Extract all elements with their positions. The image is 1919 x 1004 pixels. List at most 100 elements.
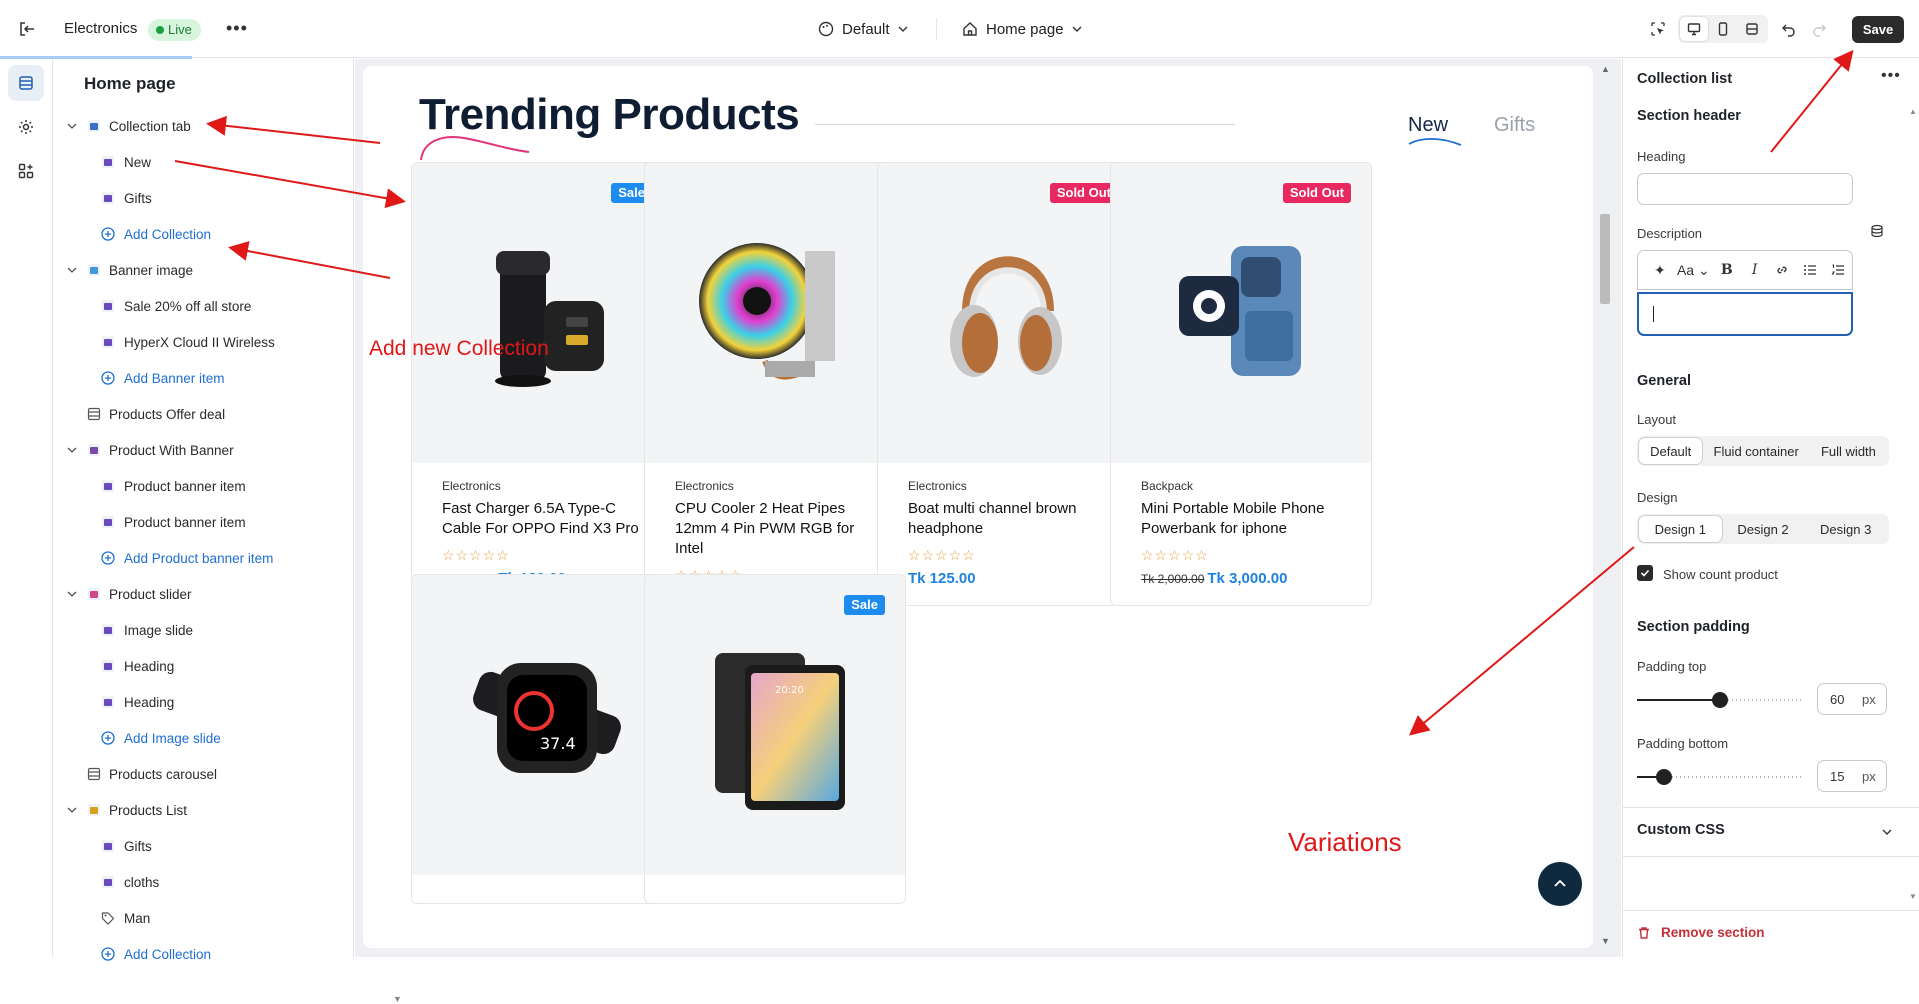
layout-option[interactable]: Full width [1810,438,1887,464]
padding-top-input[interactable]: 60 px [1817,683,1887,715]
product-image[interactable]: Sale [412,163,672,463]
heading-input[interactable] [1637,173,1853,205]
fullscreen-view-icon[interactable] [1738,17,1766,41]
desktop-view-icon[interactable] [1680,17,1708,41]
exit-icon[interactable] [18,20,36,38]
headphone-image [928,221,1088,406]
tree-block-item[interactable]: Gifts [54,180,339,216]
add-block-button[interactable]: Add Image slide [54,720,339,756]
bold-icon[interactable]: B [1713,255,1741,285]
more-options-icon[interactable]: ••• [226,18,248,39]
product-image[interactable]: 20:20 Sale [645,575,905,875]
design-option[interactable]: Design 3 [1804,516,1887,542]
font-size-dropdown[interactable]: Aa ⌄ [1674,255,1713,285]
design-option[interactable]: Design 1 [1639,516,1722,542]
tree-block-item[interactable]: Man [54,900,339,936]
save-button[interactable]: Save [1852,16,1904,43]
scroll-up-arrow-icon[interactable]: ▲ [1601,64,1610,74]
tree-block-item[interactable]: cloths [54,864,339,900]
tab-new[interactable]: New [1408,114,1448,137]
tree-section-item[interactable]: Products List [54,792,339,828]
dynamic-source-database-icon[interactable] [1870,224,1884,238]
tree-block-item[interactable]: Image slide [54,612,339,648]
custom-css-toggle[interactable]: Custom CSS [1637,822,1725,838]
chevron-down-icon[interactable] [66,264,78,276]
canvas-scroll-thumb[interactable] [1600,214,1610,304]
tree-block-item[interactable]: HyperX Cloud II Wireless [54,324,339,360]
chevron-down-icon[interactable] [66,120,78,132]
tree-block-item[interactable]: Gifts [54,828,339,864]
italic-icon[interactable]: I [1741,255,1769,285]
slider-knob[interactable] [1712,692,1728,708]
layout-option[interactable]: Default [1639,438,1703,464]
description-editor[interactable] [1637,292,1853,336]
apps-icon[interactable] [8,153,44,189]
tree-block-item[interactable]: New [54,144,339,180]
tree-block-item[interactable]: Product banner item [54,504,339,540]
product-card[interactable]: Electronics CPU Cooler 2 Heat Pipes 12mm … [644,162,906,626]
product-card[interactable]: Sold Out Backpack Mini Portable Mobile Pho… [1110,162,1372,606]
chevron-down-icon[interactable] [1881,826,1893,838]
product-image[interactable]: Sold Out [1111,163,1371,463]
mobile-view-icon[interactable] [1709,17,1737,41]
chevron-down-icon[interactable] [66,444,78,456]
scroll-down-arrow-icon[interactable]: ▼ [393,994,402,1004]
product-name[interactable]: Mini Portable Mobile Phone Powerbank for… [1141,499,1341,539]
undo-icon[interactable] [1777,17,1801,41]
scroll-up-arrow-icon[interactable]: ▲ [1909,107,1917,116]
tree-section-item[interactable]: Products Offer deal [54,396,339,432]
product-image[interactable]: 37.4 [412,575,672,875]
scroll-down-arrow-icon[interactable]: ▼ [1601,936,1610,946]
padding-bottom-slider[interactable] [1637,769,1803,785]
sections-icon[interactable] [8,65,44,101]
chevron-down-icon[interactable] [66,804,78,816]
page-select[interactable]: Home page [962,18,1082,40]
link-icon[interactable] [1769,255,1797,285]
tree-block-item[interactable]: Product banner item [54,468,339,504]
tree-block-item[interactable]: Heading [54,684,339,720]
inspector-cursor-icon[interactable] [1646,17,1670,41]
product-image[interactable]: Sold Out [878,163,1138,463]
product-card[interactable]: Sold Out Electronics Boat multi channel br… [877,162,1139,606]
add-block-button[interactable]: Add Product banner item [54,540,339,576]
product-name[interactable]: CPU Cooler 2 Heat Pipes 12mm 4 Pin PWM R… [675,499,875,559]
panel-more-icon[interactable]: ••• [1881,67,1901,85]
page-preview[interactable]: Trending Products New Gifts Sale Electron… [363,66,1593,948]
padding-top-slider[interactable] [1637,692,1803,708]
product-name[interactable]: Boat multi channel brown headphone [908,499,1108,539]
tree-section-item[interactable]: Banner image [54,252,339,288]
scroll-down-arrow-icon[interactable]: ▼ [1909,892,1917,901]
bullet-list-icon[interactable] [1796,255,1824,285]
product-card[interactable]: 20:20 Sale [644,574,906,904]
canvas-scrollbar[interactable]: ▲ ▼ [1599,64,1611,946]
redo-icon[interactable] [1807,17,1831,41]
tree-block-item[interactable]: Heading [54,648,339,684]
show-count-checkbox[interactable] [1637,565,1653,581]
tree-block-item[interactable]: Sale 20% off all store [54,288,339,324]
add-block-button[interactable]: Add Collection [54,936,339,972]
ai-magic-icon[interactable]: ✦ [1646,255,1674,285]
tree-section-item[interactable]: Product With Banner [54,432,339,468]
numbered-list-icon[interactable] [1824,255,1852,285]
chevron-down-icon[interactable] [66,588,78,600]
settings-gear-icon[interactable] [8,109,44,145]
tree-section-item[interactable]: Collection tab [54,108,339,144]
tree-section-item[interactable]: Product slider [54,576,339,612]
tab-gifts[interactable]: Gifts [1494,114,1535,137]
remove-section-button[interactable]: Remove section [1637,925,1765,940]
tree-section-item[interactable]: Products carousel [54,756,339,792]
product-name[interactable]: Fast Charger 6.5A Type-C Cable For OPPO … [442,499,642,539]
layout-option[interactable]: Fluid container [1702,438,1809,464]
product-image[interactable] [645,163,905,463]
product-card[interactable]: Sale Electronics Fast Charger 6.5A Type-C … [411,162,673,606]
add-block-button[interactable]: Add Banner item [54,360,339,396]
slider-knob[interactable] [1656,769,1672,785]
divider [936,18,937,40]
scroll-to-top-button[interactable] [1538,862,1582,906]
product-card[interactable]: 37.4 [411,574,673,904]
add-block-button[interactable]: Add Collection [54,216,339,252]
padding-bottom-input[interactable]: 15 px [1817,760,1887,792]
design-option[interactable]: Design 2 [1722,516,1805,542]
padding-bottom-label: Padding bottom [1637,736,1729,751]
theme-select[interactable]: Default [818,18,908,40]
